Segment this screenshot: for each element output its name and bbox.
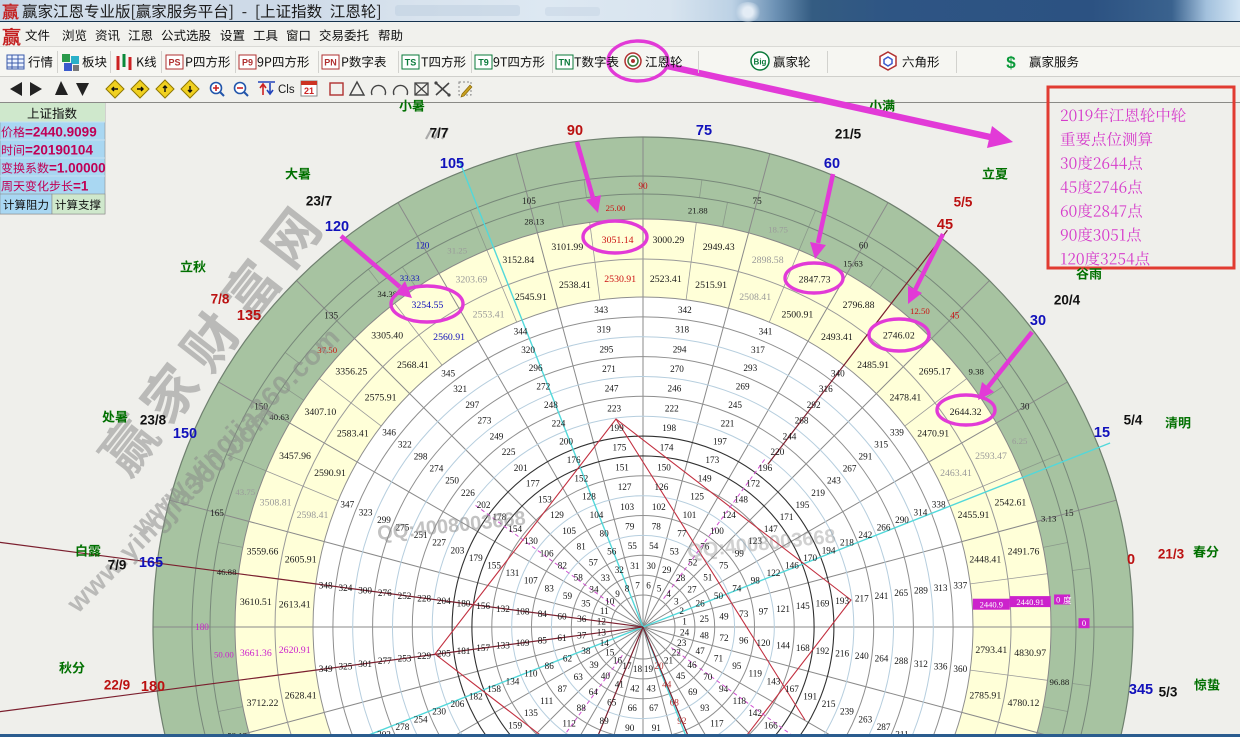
svg-text:PS: PS — [168, 58, 180, 68]
svg-text:=1: =1 — [73, 179, 89, 194]
svg-text:P9: P9 — [242, 58, 253, 68]
svg-text:=20190104: =20190104 — [25, 143, 93, 158]
svg-text:T9: T9 — [478, 58, 489, 68]
svg-text:TS: TS — [405, 58, 417, 68]
svg-text:21: 21 — [304, 86, 314, 96]
svg-text:TN: TN — [559, 58, 571, 68]
svg-text:PN: PN — [324, 58, 337, 68]
svg-text:=1.00000: =1.00000 — [49, 161, 106, 176]
svg-text:=2440.9099: =2440.9099 — [25, 125, 97, 140]
svg-text:Cls: Cls — [278, 84, 295, 96]
svg-text:$: $ — [1006, 53, 1016, 72]
svg-text:Big: Big — [754, 58, 767, 67]
